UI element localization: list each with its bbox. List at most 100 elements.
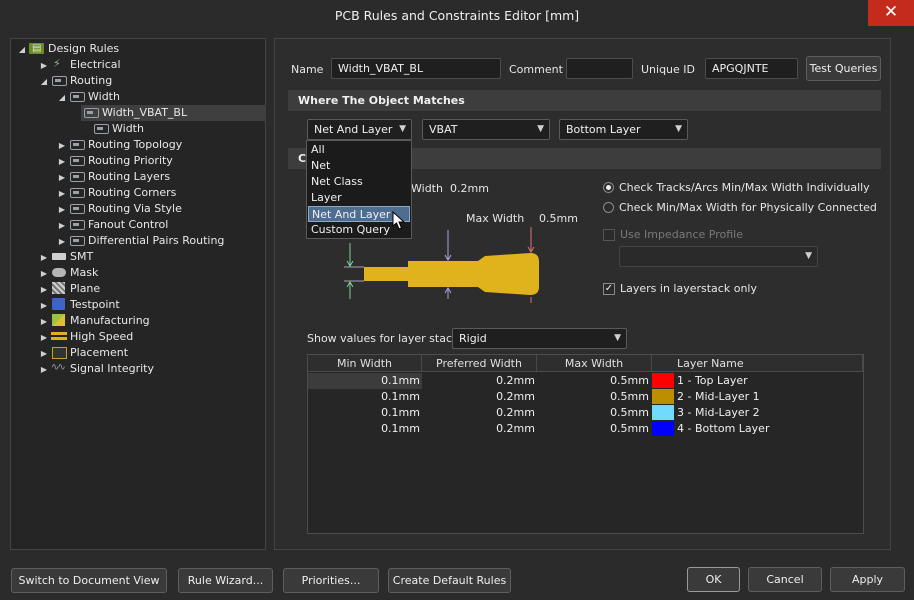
tree-item-mask[interactable]: ▶ Mask	[39, 265, 98, 281]
match-type-option[interactable]: Net Class	[308, 174, 410, 190]
comment-field[interactable]	[566, 58, 633, 79]
collapsed-arrow-icon[interactable]: ▶	[39, 282, 49, 298]
cell-layer-name[interactable]: 1 - Top Layer	[677, 373, 857, 389]
col-header-layer-name[interactable]: Layer Name	[652, 355, 863, 372]
tree-item-label: Fanout Control	[88, 218, 169, 231]
cell-layer-name[interactable]: 3 - Mid-Layer 2	[677, 405, 857, 421]
impedance-profile-dropdown[interactable]: ▼	[619, 246, 818, 267]
match-type-option[interactable]: Net	[308, 158, 410, 174]
collapsed-arrow-icon[interactable]: ▶	[57, 154, 67, 170]
match-type-option[interactable]: Layer	[308, 190, 410, 206]
cell-min-width[interactable]: 0.1mm	[308, 373, 422, 389]
name-field[interactable]: Width_VBAT_BL	[331, 58, 501, 79]
tree-item-signal-integrity[interactable]: ▶ Signal Integrity	[39, 360, 154, 378]
collapsed-arrow-icon[interactable]: ▶	[39, 330, 49, 346]
match-type-option[interactable]: All	[308, 142, 410, 158]
cell-min-width[interactable]: 0.1mm	[308, 421, 422, 437]
cell-layer-name[interactable]: 2 - Mid-Layer 1	[677, 389, 857, 405]
tree-item-width[interactable]: ◢ Width	[57, 89, 120, 105]
tree-item-high-speed[interactable]: ▶ High Speed	[39, 329, 133, 345]
tree-item-label: Width	[88, 90, 120, 103]
test-queries-button[interactable]: Test Queries	[806, 56, 881, 81]
collapsed-arrow-icon[interactable]: ▶	[57, 138, 67, 154]
apply-button[interactable]: Apply	[830, 567, 905, 592]
net-dropdown[interactable]: VBAT ▼	[422, 119, 550, 140]
tree-item-smt[interactable]: ▶ SMT	[39, 249, 93, 265]
ok-button[interactable]: OK	[687, 567, 740, 592]
tree-item-routing-corners[interactable]: ▶ Routing Corners	[57, 185, 176, 201]
cell-preferred-width[interactable]: 0.2mm	[422, 389, 537, 405]
collapsed-arrow-icon[interactable]: ▶	[39, 58, 49, 74]
collapsed-arrow-icon[interactable]: ▶	[57, 186, 67, 202]
tree-item-fanout-control[interactable]: ▶ Fanout Control	[57, 217, 168, 233]
cell-preferred-width[interactable]: 0.2mm	[422, 405, 537, 421]
mouse-cursor-icon	[392, 210, 406, 231]
testpoint-icon	[51, 298, 67, 310]
tree-item-label: Signal Integrity	[70, 362, 154, 375]
col-header-preferred-width[interactable]: Preferred Width	[422, 355, 537, 372]
priorities-button[interactable]: Priorities...	[283, 568, 379, 593]
collapsed-arrow-icon[interactable]: ▶	[39, 266, 49, 282]
collapsed-arrow-icon[interactable]: ▶	[57, 170, 67, 186]
tree-item-placement[interactable]: ▶ Placement	[39, 345, 128, 361]
col-header-min-width[interactable]: Min Width	[308, 355, 422, 372]
collapsed-arrow-icon[interactable]: ▶	[57, 202, 67, 218]
layer-stack-dropdown[interactable]: Rigid ▼	[452, 328, 627, 349]
tree-item-label: Mask	[70, 266, 99, 279]
collapsed-arrow-icon[interactable]: ▶	[57, 218, 67, 234]
unique-id-field[interactable]: APGQJNTE	[705, 58, 798, 79]
cell-max-width[interactable]: 0.5mm	[537, 389, 651, 405]
layer-dropdown[interactable]: Bottom Layer ▼	[559, 119, 688, 140]
tree-item-diff-pairs[interactable]: ▶ Differential Pairs Routing	[57, 233, 225, 250]
tree-item-routing-priority[interactable]: ▶ Routing Priority	[57, 153, 173, 169]
tree-item-routing-via-style[interactable]: ▶ Routing Via Style	[57, 201, 182, 217]
cancel-button[interactable]: Cancel	[748, 567, 822, 592]
cell-preferred-width[interactable]: 0.2mm	[422, 373, 537, 389]
max-width-value[interactable]: 0.5mm	[539, 212, 578, 225]
tree-item-routing-topology[interactable]: ▶ Routing Topology	[57, 137, 182, 153]
electrical-icon	[51, 56, 67, 72]
collapsed-arrow-icon[interactable]: ▶	[39, 250, 49, 266]
close-button[interactable]: ✕	[868, 0, 914, 26]
cell-layer-name[interactable]: 4 - Bottom Layer	[677, 421, 857, 437]
cell-min-width[interactable]: 0.1mm	[308, 389, 422, 405]
expanded-arrow-icon[interactable]: ◢	[39, 74, 49, 90]
collapsed-arrow-icon[interactable]: ▶	[57, 234, 67, 250]
tree-item-routing[interactable]: ◢ Routing	[39, 73, 112, 89]
collapsed-arrow-icon[interactable]: ▶	[39, 362, 49, 378]
max-width-label: Max Width	[466, 212, 525, 225]
collapsed-arrow-icon[interactable]: ▶	[39, 314, 49, 330]
layers-in-stack-label: Layers in layerstack only	[620, 282, 757, 295]
tree-item-electrical[interactable]: ▶ Electrical	[39, 56, 121, 74]
tree-item-testpoint[interactable]: ▶ Testpoint	[39, 297, 120, 313]
match-type-dropdown[interactable]: Net And Layer ▼	[307, 119, 412, 140]
tree-item-manufacturing[interactable]: ▶ Manufacturing	[39, 313, 150, 329]
rules-tree[interactable]: ◢Design Rules ▶Electrical ◢Routing ◢ Widt…	[10, 38, 266, 550]
rule-category-icon	[69, 218, 85, 230]
collapsed-arrow-icon[interactable]: ▶	[39, 298, 49, 314]
tree-item-width-rule[interactable]: Width	[91, 121, 144, 137]
radio-check-individually[interactable]	[603, 182, 614, 193]
cell-preferred-width[interactable]: 0.2mm	[422, 421, 537, 437]
tree-item-routing-layers[interactable]: ▶ Routing Layers	[57, 169, 170, 185]
expanded-arrow-icon[interactable]: ◢	[17, 42, 27, 58]
cell-max-width[interactable]: 0.5mm	[537, 421, 651, 437]
radio-check-physically-connected[interactable]	[603, 202, 614, 213]
tree-item-label: Width_VBAT_BL	[102, 106, 188, 119]
preferred-width-value[interactable]: 0.2mm	[450, 182, 489, 195]
cell-max-width[interactable]: 0.5mm	[537, 405, 651, 421]
col-header-max-width[interactable]: Max Width	[537, 355, 652, 372]
tree-item-width-vbat-bl[interactable]: Width_VBAT_BL	[81, 105, 266, 121]
switch-to-document-view-button[interactable]: Switch to Document View	[11, 568, 167, 593]
cell-max-width[interactable]: 0.5mm	[537, 373, 651, 389]
expanded-arrow-icon[interactable]: ◢	[57, 90, 67, 106]
collapsed-arrow-icon[interactable]: ▶	[39, 346, 49, 362]
tree-item-label: Routing Topology	[88, 138, 183, 151]
use-impedance-checkbox[interactable]	[603, 229, 615, 241]
cell-min-width[interactable]: 0.1mm	[308, 405, 422, 421]
layers-in-stack-checkbox[interactable]: ✓	[603, 283, 615, 295]
create-default-rules-button[interactable]: Create Default Rules	[388, 568, 511, 593]
tree-item-plane[interactable]: ▶ Plane	[39, 281, 100, 297]
tree-item-design-rules[interactable]: ◢ Design Rules	[17, 41, 119, 57]
rule-wizard-button[interactable]: Rule Wizard...	[178, 568, 273, 593]
